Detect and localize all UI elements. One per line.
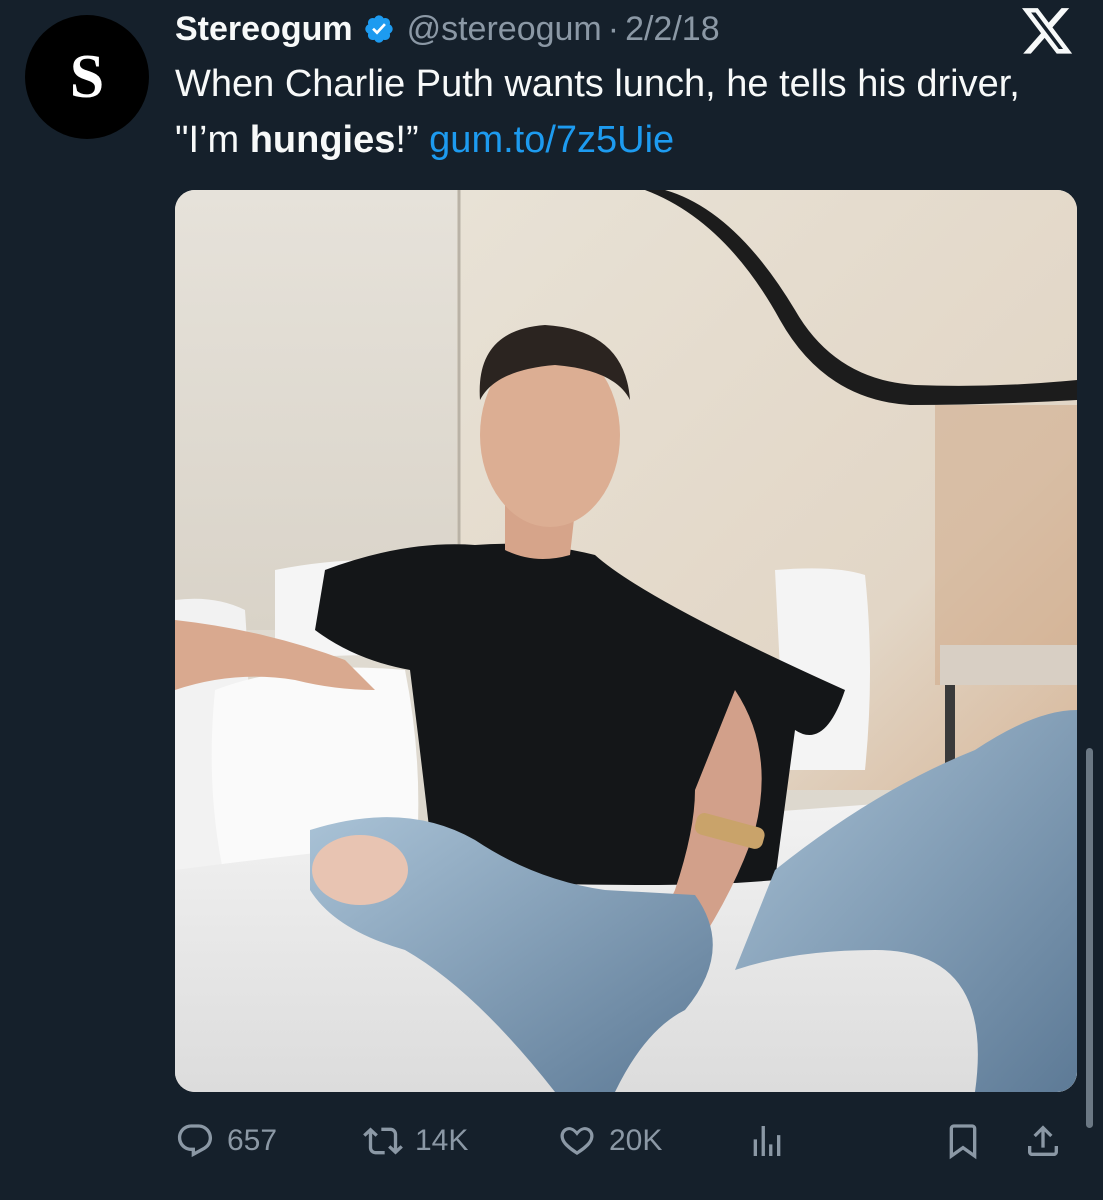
tweet-text-part2: !” <box>395 119 430 161</box>
retweet-button[interactable]: 14K <box>363 1115 468 1167</box>
scrollbar[interactable] <box>1086 748 1093 1128</box>
tweet-link[interactable]: gum.to/7z5Uie <box>429 119 674 161</box>
bookmark-icon <box>943 1121 983 1161</box>
tweet-photo[interactable] <box>175 190 1077 1092</box>
header-separator: · <box>607 9 620 48</box>
retweet-icon <box>363 1121 403 1161</box>
tweet-text: When Charlie Puth wants lunch, he tells … <box>175 56 1075 168</box>
retweet-count: 14K <box>415 1124 469 1157</box>
reply-count: 657 <box>227 1124 278 1157</box>
verified-badge-icon <box>363 13 395 45</box>
avatar[interactable]: S <box>25 15 149 139</box>
share-icon <box>1023 1121 1063 1161</box>
tweet-header: Stereogum @stereogum · 2/2/18 <box>175 8 720 50</box>
views-icon <box>747 1121 787 1161</box>
like-count: 20K <box>609 1124 663 1157</box>
heart-icon <box>557 1121 597 1161</box>
reply-icon <box>175 1121 215 1161</box>
reply-button[interactable]: 657 <box>175 1115 277 1167</box>
tweet-date[interactable]: 2/2/18 <box>625 10 720 49</box>
views-button[interactable] <box>747 1115 799 1167</box>
photo-illustration <box>175 190 1077 1092</box>
tweet[interactable]: S Stereogum @stereogum · 2/2/18 When Cha… <box>0 0 1103 1200</box>
share-button[interactable] <box>1023 1115 1075 1167</box>
x-logo-icon[interactable] <box>1022 8 1074 56</box>
avatar-letter: S <box>69 43 105 111</box>
like-button[interactable]: 20K <box>557 1115 662 1167</box>
bookmark-button[interactable] <box>943 1115 995 1167</box>
tweet-actions: 657 14K 20K <box>175 1115 1077 1167</box>
tweet-text-bold: hungies <box>249 119 396 161</box>
author-handle[interactable]: @stereogum <box>407 10 602 49</box>
display-name[interactable]: Stereogum <box>175 10 353 49</box>
